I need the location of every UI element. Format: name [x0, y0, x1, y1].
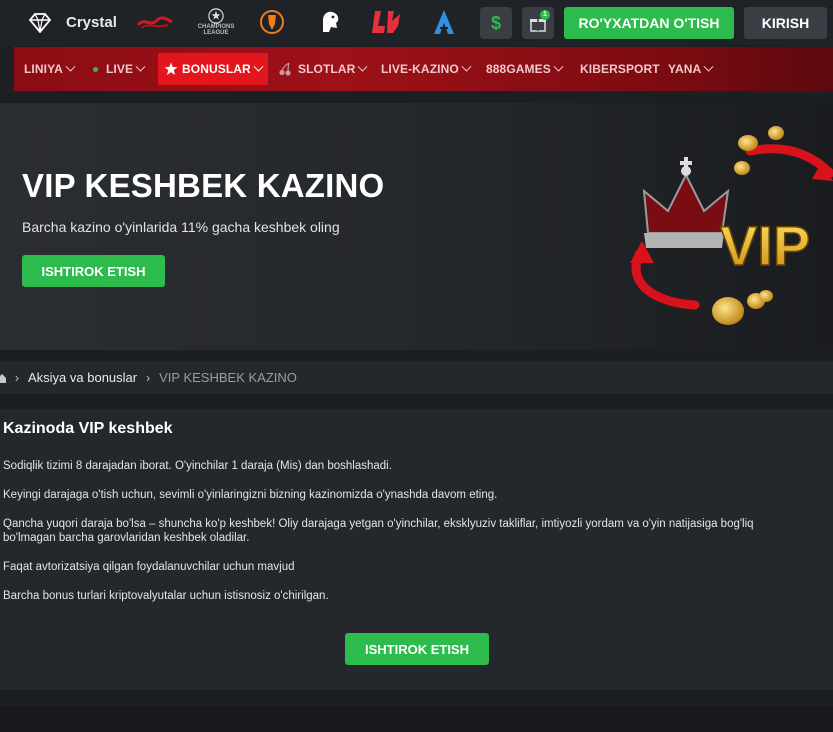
- chevron-down-icon: [553, 61, 564, 72]
- breadcrumb-link-promotions[interactable]: Aksiya va bonuslar: [28, 370, 137, 385]
- nav-item-label: LIVE: [106, 62, 134, 76]
- star-ball-icon: [208, 8, 224, 24]
- promo-details: Kazinoda VIP keshbek Sodiqlik tizimi 8 d…: [0, 409, 833, 690]
- hero-join-button[interactable]: ISHTIROK ETISH: [22, 255, 165, 287]
- premier-league-logo[interactable]: [316, 8, 344, 36]
- breadcrumb: › Aksiya va bonuslar › VIP KESHBEK KAZIN…: [0, 361, 833, 394]
- gift-badge: 1: [540, 10, 550, 20]
- serie-a-logo[interactable]: [431, 8, 457, 36]
- nav-item-label: 888GAMES: [486, 62, 551, 76]
- details-paragraph: Barcha bonus turlari kriptovalyutalar uc…: [3, 590, 329, 602]
- register-button[interactable]: RO'YXATDAN O'TISH: [564, 7, 734, 39]
- brand-logo[interactable]: Crystal: [28, 12, 117, 33]
- nav-item-live-kazino[interactable]: LIVE-KAZINO: [381, 47, 472, 91]
- nav-item-kibersport[interactable]: KIBERSPORT: [580, 47, 660, 91]
- champions-league-logo[interactable]: CHAMPIONS LEAGUE: [198, 8, 234, 36]
- promo-hero: VIP KESHBEK KAZINO Barcha kazino o'yinla…: [0, 103, 833, 350]
- lion-icon: [323, 11, 339, 32]
- chevron-down-icon: [135, 61, 146, 72]
- nav-item-yana[interactable]: YANA: [668, 47, 714, 91]
- footer-strip: [0, 706, 833, 732]
- details-paragraph: Faqat avtorizatsiya qilgan foydalanuvchi…: [3, 561, 295, 573]
- chevron-down-icon: [253, 61, 264, 72]
- laliga-logo[interactable]: [370, 8, 404, 36]
- dollar-icon: $: [490, 12, 501, 33]
- chevron-right-icon: ›: [146, 370, 151, 385]
- el-clasico-logo[interactable]: [136, 8, 174, 36]
- hero-title: VIP KESHBEK KAZINO: [22, 167, 385, 204]
- hero-subtitle: Barcha kazino o'yinlarida 11% gacha kesh…: [22, 219, 340, 235]
- nav-item-liniya[interactable]: LINIYA: [24, 47, 76, 91]
- diamond-icon: [28, 12, 52, 33]
- nav-item-label: LIVE-KAZINO: [381, 62, 459, 76]
- europa-league-logo[interactable]: [258, 8, 286, 36]
- live-dot-icon: [93, 66, 98, 72]
- nav-item-888games[interactable]: 888GAMES: [486, 47, 564, 91]
- nav-item-label: BONUSLAR: [182, 62, 251, 76]
- chevron-down-icon: [357, 61, 368, 72]
- nav-item-bonuslar[interactable]: BONUSLAR: [158, 53, 268, 85]
- details-paragraph: Keyingi darajaga o'tish uchun, sevimli o…: [3, 489, 498, 501]
- nav-strip: LINIYA LIVE BONUSLAR SLOTLAR LIVE-KAZINO…: [14, 47, 833, 91]
- nav-item-slotlar[interactable]: SLOTLAR: [278, 47, 368, 91]
- details-join-button[interactable]: ISHTIROK ETISH: [345, 633, 489, 665]
- nav-item-label: LINIYA: [24, 62, 63, 76]
- deposit-button[interactable]: $: [480, 7, 512, 39]
- vip-art-text: VIP: [720, 214, 810, 277]
- details-paragraph: Qancha yuqori daraja bo'lsa – shuncha ko…: [3, 518, 754, 544]
- el-clasico-icon: [136, 16, 173, 29]
- vip-crown-illustration: VIP: [630, 126, 833, 325]
- details-paragraph: Sodiqlik tizimi 8 darajadan iborat. O'yi…: [3, 460, 392, 472]
- gift-button[interactable]: 1: [522, 7, 554, 39]
- nav-item-label: SLOTLAR: [298, 62, 356, 76]
- nav-item-live[interactable]: LIVE: [93, 47, 146, 91]
- chevron-down-icon: [65, 61, 76, 72]
- main-nav: LINIYA LIVE BONUSLAR SLOTLAR LIVE-KAZINO…: [0, 45, 833, 93]
- champions-league-label: CHAMPIONS LEAGUE: [197, 24, 235, 36]
- star-icon: [164, 62, 178, 75]
- top-bar: Crystal CHAMPIONS LEAGUE $ 1 RO'YXATDAN …: [0, 0, 833, 45]
- chevron-right-icon: ›: [15, 370, 19, 385]
- nav-item-label: KIBERSPORT: [580, 62, 660, 76]
- cherry-icon: [279, 62, 291, 76]
- chevron-down-icon: [703, 61, 714, 72]
- laliga-icon: [372, 11, 400, 33]
- login-button[interactable]: KIRISH: [744, 7, 827, 39]
- breadcrumb-current: VIP KESHBEK KAZINO: [159, 370, 297, 385]
- details-heading: Kazinoda VIP keshbek: [3, 420, 173, 437]
- brand-name: Crystal: [66, 14, 117, 31]
- chevron-down-icon: [461, 61, 472, 72]
- nav-item-label: YANA: [668, 62, 702, 76]
- home-icon[interactable]: [0, 373, 6, 383]
- europa-trophy-icon: [260, 10, 284, 34]
- serie-a-icon: [434, 10, 454, 34]
